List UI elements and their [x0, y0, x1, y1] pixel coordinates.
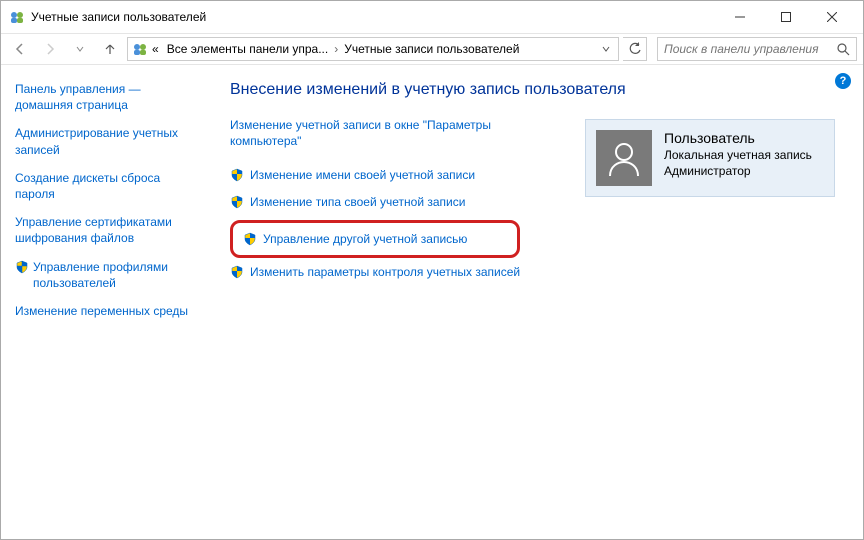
task-change-name[interactable]: Изменение имени своей учетной записи [230, 167, 550, 183]
minimize-button[interactable] [717, 3, 763, 31]
breadcrumb-part2[interactable]: Учетные записи пользователей [340, 42, 523, 56]
window: Учетные записи пользователей [0, 0, 864, 540]
user-role: Администратор [664, 164, 824, 180]
back-button[interactable] [7, 36, 33, 62]
sidebar-item-env-vars[interactable]: Изменение переменных среды [15, 303, 194, 319]
breadcrumb-dropdown[interactable] [598, 45, 614, 53]
sidebar-item-profiles[interactable]: Управление профилями пользователей [15, 259, 194, 291]
close-button[interactable] [809, 3, 855, 31]
task-list: Изменение учетной записи в окне "Парамет… [230, 117, 550, 280]
breadcrumb-part1[interactable]: Все элементы панели упра... [163, 42, 333, 56]
sidebar: Панель управления — домашняя страница Ад… [1, 65, 206, 539]
content-area: ? Панель управления — домашняя страница … [1, 65, 863, 539]
sidebar-item-reset-disk[interactable]: Создание дискеты сброса пароля [15, 170, 194, 202]
breadcrumb[interactable]: « Все элементы панели упра... › Учетные … [127, 37, 619, 61]
up-button[interactable] [97, 36, 123, 62]
maximize-button[interactable] [763, 3, 809, 31]
breadcrumb-prefix: « [148, 42, 163, 56]
user-name: Пользователь [664, 130, 824, 146]
forward-button[interactable] [37, 36, 63, 62]
shield-icon [243, 232, 257, 246]
breadcrumb-icon [132, 41, 148, 57]
avatar [596, 130, 652, 186]
titlebar: Учетные записи пользователей [1, 1, 863, 33]
refresh-button[interactable] [623, 37, 647, 61]
window-buttons [717, 3, 855, 31]
shield-icon [230, 168, 244, 182]
search-icon[interactable] [837, 43, 850, 56]
page-heading: Внесение изменений в учетную запись поль… [230, 81, 839, 99]
chevron-right-icon: › [332, 42, 340, 56]
navbar: « Все элементы панели упра... › Учетные … [1, 33, 863, 65]
main-panel: Внесение изменений в учетную запись поль… [206, 65, 863, 539]
shield-icon [230, 265, 244, 279]
search-box[interactable] [657, 37, 857, 61]
task-change-in-settings[interactable]: Изменение учетной записи в окне "Парамет… [230, 117, 550, 149]
search-input[interactable] [664, 42, 837, 56]
sidebar-item-certificates[interactable]: Управление сертификатами шифрования файл… [15, 214, 194, 246]
sidebar-item-admin-accounts[interactable]: Администрирование учетных записей [15, 125, 194, 157]
recent-dropdown[interactable] [67, 36, 93, 62]
window-title: Учетные записи пользователей [31, 10, 717, 24]
shield-icon [15, 260, 29, 274]
shield-icon [230, 195, 244, 209]
task-manage-other-account[interactable]: Управление другой учетной записью [243, 231, 507, 247]
user-info: Пользователь Локальная учетная запись Ад… [664, 130, 824, 186]
sidebar-item-home[interactable]: Панель управления — домашняя страница [15, 81, 194, 113]
highlighted-task-box: Управление другой учетной записью [230, 220, 520, 258]
user-card: Пользователь Локальная учетная запись Ад… [585, 119, 835, 197]
task-change-type[interactable]: Изменение типа своей учетной записи [230, 194, 550, 210]
app-icon [9, 9, 25, 25]
user-account-type: Локальная учетная запись [664, 148, 824, 164]
task-uac-settings[interactable]: Изменить параметры контроля учетных запи… [230, 264, 550, 280]
